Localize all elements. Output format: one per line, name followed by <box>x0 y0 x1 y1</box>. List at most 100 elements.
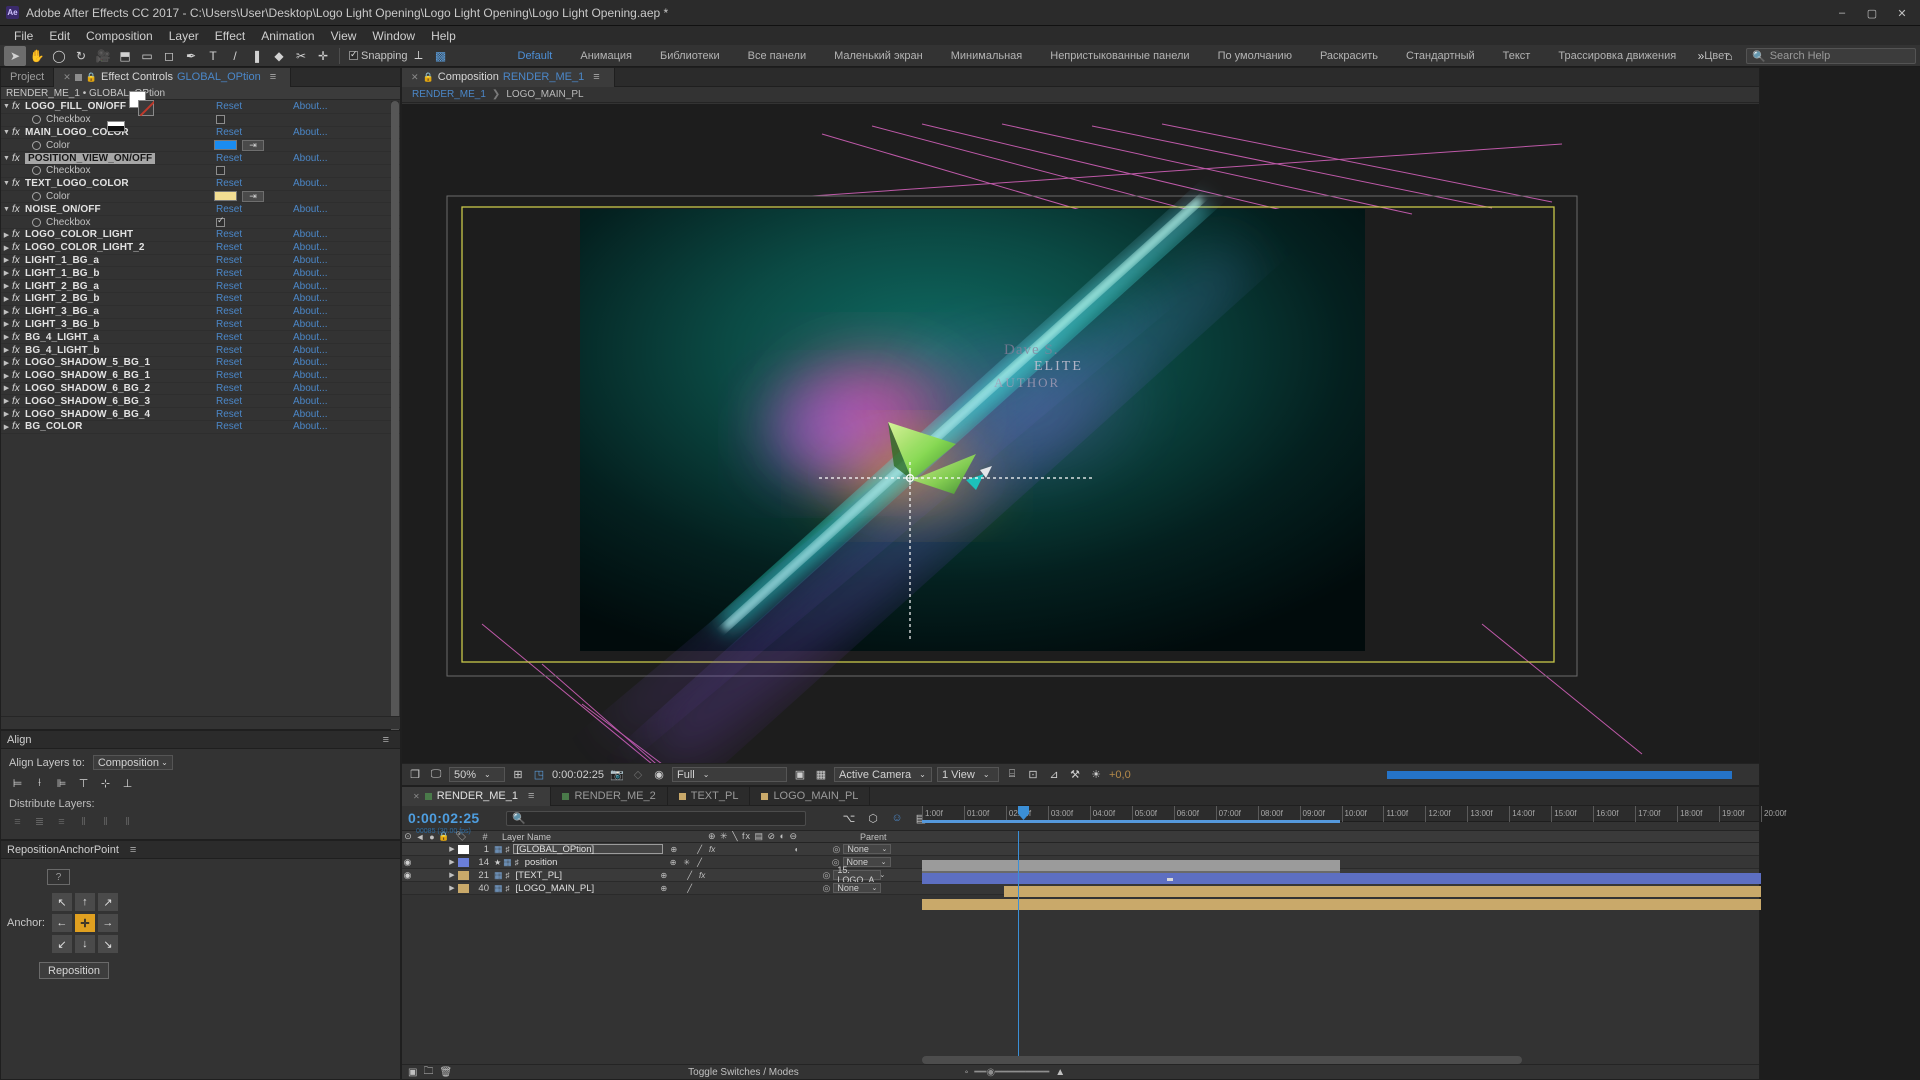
snapping-checkbox[interactable] <box>349 51 358 60</box>
timeline-menu-icon[interactable]: ≡ <box>523 790 539 802</box>
effect-about-link[interactable]: About... <box>293 306 327 317</box>
always-preview-icon[interactable]: ❐ <box>407 767 423 782</box>
audio-video-switch[interactable]: ⊕ <box>671 845 678 854</box>
workspace-tab-0[interactable]: Default <box>504 47 567 65</box>
triangle-right-icon[interactable]: ▶ <box>1 372 12 380</box>
effect-about-link[interactable]: About... <box>293 293 327 304</box>
effect-row[interactable]: ▶fxLOGO_COLOR_LIGHT_2ResetAbout... <box>1 242 400 255</box>
effect-about-link[interactable]: About... <box>293 383 327 394</box>
workspace-tab-8[interactable]: Раскрасить <box>1306 47 1392 65</box>
effect-row[interactable]: ▶fxLIGHT_3_BG_bResetAbout... <box>1 319 400 332</box>
view-count-select[interactable]: 1 View ⌄ <box>937 767 999 782</box>
workspace-tab-1[interactable]: Анимация <box>566 47 646 65</box>
anchor-cell-6[interactable]: ↙ <box>52 935 72 953</box>
effect-row[interactable]: ▶fxLIGHT_2_BG_bResetAbout... <box>1 293 400 306</box>
blend-mode-switch[interactable]: ◐ <box>795 845 800 854</box>
rulers-icon[interactable]: ⊡ <box>1025 767 1041 782</box>
property-checkbox[interactable] <box>216 115 225 124</box>
effect-row[interactable]: ▶fxLOGO_SHADOW_6_BG_2ResetAbout... <box>1 383 400 396</box>
distribute-left-button[interactable]: ‖ <box>75 814 92 829</box>
proportional-grid-icon[interactable]: ▦ <box>813 767 829 782</box>
triangle-down-icon[interactable]: ▼ <box>1 103 12 110</box>
effect-controls-menu-icon[interactable]: ≡ <box>265 71 281 83</box>
workspace-overflow-icon[interactable]: » <box>1690 46 1712 66</box>
distribute-top-button[interactable]: ≡ <box>9 814 26 829</box>
effect-row[interactable]: ▼fxMAIN_LOGO_COLORResetAbout... <box>1 127 400 140</box>
effect-about-link[interactable]: About... <box>293 357 327 368</box>
maximize-button[interactable]: ▢ <box>1858 2 1886 24</box>
timeline-tab-2[interactable]: TEXT_PL <box>668 787 751 806</box>
effect-name[interactable]: LOGO_COLOR_LIGHT_2 <box>25 242 145 253</box>
distribute-horizontal-center-button[interactable]: ‖ <box>97 814 114 829</box>
eyedropper-icon[interactable]: ⇥ <box>242 140 264 151</box>
new-folder-icon[interactable]: 🗀 <box>423 1064 433 1080</box>
effect-about-link[interactable]: About... <box>293 281 327 292</box>
anchor-cell-8[interactable]: ↘ <box>98 935 118 953</box>
layer-label-color[interactable] <box>458 884 469 893</box>
effect-row[interactable]: ▼fxNOISE_ON/OFFResetAbout... <box>1 203 400 216</box>
parent-pickwhip-icon[interactable]: ◎ <box>823 883 834 894</box>
effect-about-link[interactable]: About... <box>293 153 327 164</box>
triangle-right-icon[interactable]: ▶ <box>1 269 12 277</box>
effect-reset-link[interactable]: Reset <box>216 178 242 189</box>
layer-expand-icon[interactable]: ▶ <box>446 884 458 892</box>
layer-visibility-icon[interactable]: ◉ <box>402 857 413 868</box>
workspace-tab-10[interactable]: Текст <box>1489 47 1545 65</box>
align-layers-to-select[interactable]: Composition ⌄ <box>93 755 173 770</box>
triangle-right-icon[interactable]: ▶ <box>1 359 12 367</box>
camera-tool[interactable]: 🎥 <box>92 46 114 66</box>
close-button[interactable]: ✕ <box>1888 2 1916 24</box>
breadcrumb-child[interactable]: LOGO_MAIN_PL <box>506 89 583 100</box>
layer-parent-select[interactable]: 15. LOGO_A_⌄ <box>833 870 881 880</box>
layer-switches[interactable]: ⊕╱ <box>653 884 773 893</box>
layer-label-color[interactable] <box>458 845 469 854</box>
effect-about-link[interactable]: About... <box>293 242 327 253</box>
home-screen-icon[interactable]: ⌂ <box>1718 46 1740 66</box>
timeline-tab-1[interactable]: RENDER_ME_2 <box>551 787 667 806</box>
effect-name[interactable]: LIGHT_2_BG_a <box>25 281 99 292</box>
effect-name[interactable]: LIGHT_3_BG_b <box>25 319 100 330</box>
effects-switch[interactable]: fx <box>699 871 705 880</box>
mask-rect-tool[interactable]: ▭ <box>136 46 158 66</box>
layer-parent-select[interactable]: None⌄ <box>843 844 891 854</box>
workspace-tab-9[interactable]: Стандартный <box>1392 47 1489 65</box>
triangle-right-icon[interactable]: ▶ <box>1 295 12 303</box>
work-area-bar[interactable] <box>922 820 1340 823</box>
effect-row[interactable]: ▼fxPOSITION_VIEW_ON/OFFResetAbout... <box>1 152 400 165</box>
delete-icon[interactable]: 🗑 <box>439 1067 452 1078</box>
mask-icon[interactable]: ◳ <box>531 767 547 782</box>
effect-reset-link[interactable]: Reset <box>216 204 242 215</box>
layer-label-color[interactable] <box>458 871 469 880</box>
distribute-bottom-button[interactable]: ≡ <box>53 814 70 829</box>
timeline-ruler[interactable]: 1:00f01:00f02:00f03:00f04:00f05:00f06:00… <box>922 806 1759 822</box>
workspace-tab-3[interactable]: Все панели <box>734 47 820 65</box>
stopwatch-icon[interactable] <box>32 218 41 227</box>
align-top-button[interactable]: ⊤ <box>75 776 92 791</box>
pen-tool[interactable]: ✒ <box>180 46 202 66</box>
monitor-icon[interactable]: 🖵 <box>428 767 444 782</box>
effect-about-link[interactable]: About... <box>293 204 327 215</box>
timeline-tab-0[interactable]: ✕RENDER_ME_1≡ <box>402 787 551 806</box>
effect-row[interactable]: ▶fxLIGHT_3_BG_aResetAbout... <box>1 306 400 319</box>
composition-menu-icon[interactable]: ≡ <box>588 71 604 83</box>
effect-reset-link[interactable]: Reset <box>216 101 242 112</box>
current-time-indicator[interactable] <box>1018 831 1019 1061</box>
triangle-right-icon[interactable]: ▶ <box>1 397 12 405</box>
triangle-right-icon[interactable]: ▶ <box>1 346 12 354</box>
effect-name[interactable]: LOGO_SHADOW_6_BG_1 <box>25 370 150 381</box>
effect-property-row[interactable]: Color⇥ <box>1 191 400 204</box>
puppet-tool[interactable]: ✛ <box>312 46 334 66</box>
continuously-rasterize-icon[interactable]: ♯ <box>506 845 513 854</box>
parent-pickwhip-icon[interactable]: ◎ <box>823 870 834 881</box>
roto-brush-tool[interactable]: ✂ <box>290 46 312 66</box>
exposure-value[interactable]: +0,0 <box>1109 769 1131 781</box>
view-select[interactable]: Active Camera ⌄ <box>834 767 932 782</box>
expand-composition-icon[interactable]: ▣ <box>408 1067 417 1078</box>
effect-row[interactable]: ▼fxLOGO_FILL_ON/OFFResetAbout... <box>1 101 400 114</box>
property-checkbox[interactable] <box>216 218 225 227</box>
layer-name[interactable]: [GLOBAL_OPtion] <box>513 844 663 854</box>
reposition-help-button[interactable]: ? <box>47 869 70 885</box>
workspace-tab-6[interactable]: Непристыкованные панели <box>1036 47 1203 65</box>
anchor-cell-7[interactable]: ↓ <box>75 935 95 953</box>
quality-switch[interactable]: ╱ <box>697 858 702 867</box>
